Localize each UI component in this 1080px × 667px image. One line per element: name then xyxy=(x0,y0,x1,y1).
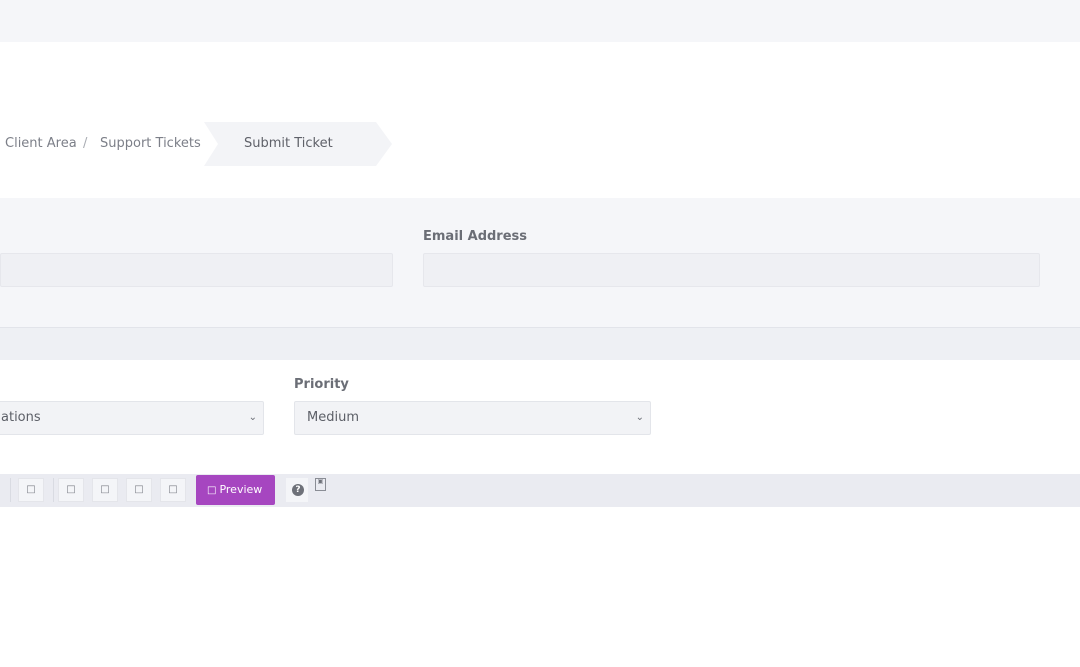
chevron-down-icon: ⌄ xyxy=(635,412,644,423)
toolbar-divider xyxy=(10,478,11,502)
priority-select-value: Medium xyxy=(307,410,359,425)
toolbar-divider xyxy=(53,478,54,502)
square-icon[interactable]: □ xyxy=(92,478,118,502)
square-icon[interactable]: □ xyxy=(160,478,186,502)
top-bar xyxy=(0,0,1080,42)
breadcrumb-client-area[interactable]: Client Area xyxy=(5,136,77,151)
breadcrumb: Client Area / Support Tickets Submit Tic… xyxy=(0,42,1080,198)
department-select[interactable]: ations ⌄ xyxy=(0,401,264,435)
chevron-down-icon: ⌄ xyxy=(248,412,257,423)
contact-panel: Email Address xyxy=(0,198,1080,328)
priority-select[interactable]: Medium ⌄ xyxy=(294,401,651,435)
breadcrumb-submit-ticket: Submit Ticket xyxy=(244,136,333,151)
help-button[interactable]: ? xyxy=(286,478,308,502)
help-icon: ? xyxy=(292,484,304,496)
square-icon[interactable]: □ xyxy=(58,478,84,502)
priority-label: Priority xyxy=(294,377,349,392)
square-icon[interactable]: □ xyxy=(126,478,152,502)
section-divider xyxy=(0,328,1080,360)
markdown-icon[interactable]: ▣ xyxy=(315,478,326,491)
email-field[interactable] xyxy=(423,253,1040,287)
square-icon: □ xyxy=(207,485,217,496)
preview-label: Preview xyxy=(219,483,263,496)
breadcrumb-support-tickets[interactable]: Support Tickets xyxy=(100,136,201,151)
preview-button[interactable]: □ Preview xyxy=(196,475,275,505)
name-field[interactable] xyxy=(0,253,393,287)
email-label: Email Address xyxy=(423,229,528,244)
department-select-value: ations xyxy=(1,410,41,425)
square-icon[interactable]: □ xyxy=(18,478,44,502)
breadcrumb-separator: / xyxy=(83,136,88,151)
